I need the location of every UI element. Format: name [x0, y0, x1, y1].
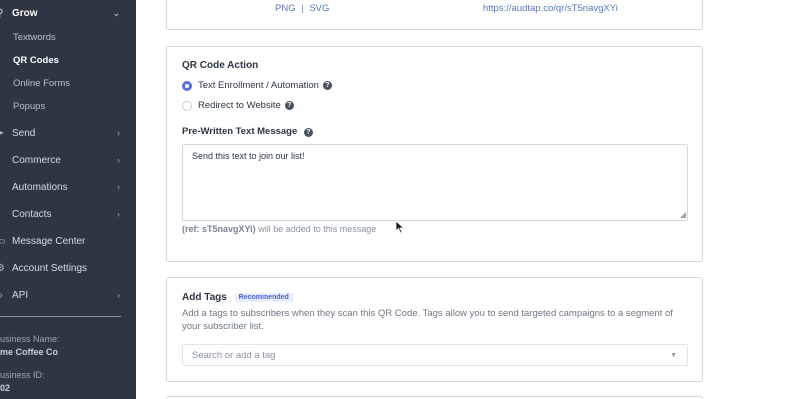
help-icon[interactable]: ?: [284, 101, 294, 110]
chevron-right-icon: ›: [117, 182, 120, 192]
add-tags-card: Add Tags Recommended Add a tags to subsc…: [166, 277, 703, 382]
qr-download-card: PNG | SVG https://audtap.co/qr/sT5navgXY…: [166, 0, 703, 30]
sidebar: ⚲ Grow ⌄ Textwords QR Codes Online Forms…: [0, 0, 136, 399]
tags-description: Add a tags to subscribers when they scan…: [182, 308, 673, 332]
business-id-value: 02: [0, 383, 11, 393]
sidebar-item-label: Commerce: [12, 154, 61, 166]
sidebar-divider: [0, 316, 121, 317]
recommended-badge: Recommended: [234, 292, 293, 302]
sidebar-item-label: Account Settings: [12, 262, 88, 274]
download-links: PNG | SVG: [275, 3, 329, 14]
mouse-cursor-icon: [395, 220, 405, 234]
main-content: PNG | SVG https://audtap.co/qr/sT5navgXY…: [136, 0, 800, 399]
sidebar-item-label: Grow: [12, 7, 38, 19]
message-textarea[interactable]: Send this text to join our list! ◢: [182, 144, 688, 221]
png-download-link[interactable]: PNG: [275, 3, 296, 14]
grow-icon: ⚲: [0, 8, 8, 19]
tag-search-placeholder: Search or add a tag: [192, 349, 276, 361]
sidebar-item-label: Automations: [12, 181, 68, 193]
link-separator: |: [301, 3, 304, 14]
option-redirect-website[interactable]: Redirect to Website ?: [182, 100, 294, 111]
radio-unselected[interactable]: [182, 100, 192, 111]
sidebar-item-label: API: [12, 289, 29, 301]
send-icon: ➤: [0, 127, 5, 139]
sidebar-subitem-qr-codes[interactable]: QR Codes: [13, 55, 59, 66]
sidebar-item-label: Send: [12, 127, 36, 139]
qr-action-card: QR Code Action Text Enrollment / Automat…: [166, 46, 703, 262]
option-label: Redirect to Website: [198, 100, 281, 111]
sidebar-item-contacts[interactable]: ◦ Contacts ›: [0, 203, 136, 225]
qr-url-link[interactable]: https://audtap.co/qr/sT5navgXYi: [483, 3, 618, 14]
message-icon: ▭: [0, 235, 6, 247]
code-icon: ‹›: [0, 290, 8, 301]
ref-suffix: will be added to this message: [258, 224, 377, 234]
business-name-label: usiness Name:: [0, 334, 60, 344]
contacts-icon: ◦: [0, 209, 8, 220]
message-label: Pre-Written Text Message ?: [182, 126, 313, 137]
chevron-right-icon: ›: [117, 290, 120, 300]
chevron-right-icon: ›: [117, 209, 120, 219]
sidebar-item-api[interactable]: ‹› API ›: [0, 284, 136, 306]
chevron-down-icon: ⌄: [112, 7, 120, 18]
chevron-right-icon: ›: [117, 155, 120, 165]
sidebar-item-automations[interactable]: ◦ Automations ›: [0, 176, 136, 198]
sidebar-item-send[interactable]: ➤ Send ›: [0, 122, 136, 144]
sidebar-item-account-settings[interactable]: ⚙ Account Settings: [0, 257, 136, 279]
sidebar-subitem-textwords[interactable]: Textwords: [13, 32, 56, 43]
chevron-right-icon: ›: [117, 128, 120, 138]
caret-down-icon[interactable]: ▼: [670, 352, 677, 359]
gear-icon: ⚙: [0, 262, 5, 274]
sidebar-subitem-popups[interactable]: Popups: [13, 101, 45, 112]
resize-handle-icon[interactable]: ◢: [680, 210, 686, 219]
automation-icon: ◦: [0, 182, 8, 193]
sidebar-item-label: Contacts: [12, 208, 52, 220]
sidebar-item-label: Message Center: [12, 235, 86, 247]
svg-download-link[interactable]: SVG: [309, 3, 329, 14]
help-icon[interactable]: ?: [303, 128, 313, 137]
business-id-label: usiness ID:: [0, 370, 45, 380]
radio-selected[interactable]: [182, 80, 192, 91]
message-label-text: Pre-Written Text Message: [182, 126, 298, 137]
add-tags-title-text: Add Tags: [182, 292, 227, 303]
sidebar-item-message-center[interactable]: ▭ Message Center: [0, 230, 136, 252]
app-root: ⚲ Grow ⌄ Textwords QR Codes Online Forms…: [0, 0, 800, 399]
sidebar-subitem-online-forms[interactable]: Online Forms: [13, 78, 70, 89]
message-text: Send this text to join our list!: [192, 151, 305, 161]
option-label: Text Enrollment / Automation: [198, 80, 319, 91]
ref-code: (ref: sT5navgXYi): [182, 224, 256, 234]
sidebar-item-commerce[interactable]: ▫ Commerce ›: [0, 149, 136, 171]
ref-note: (ref: sT5navgXYi) will be added to this …: [182, 224, 376, 234]
add-tags-title: Add Tags Recommended: [182, 292, 293, 303]
help-icon[interactable]: ?: [322, 81, 332, 90]
cart-icon: ▫: [0, 155, 8, 166]
qr-action-title: QR Code Action: [182, 60, 259, 71]
tag-search-select[interactable]: Search or add a tag ▼: [182, 344, 688, 366]
option-text-enrollment[interactable]: Text Enrollment / Automation ?: [182, 80, 332, 91]
business-name-value: me Coffee Co: [0, 347, 59, 357]
sidebar-item-grow[interactable]: ⚲ Grow ⌄: [0, 2, 136, 24]
